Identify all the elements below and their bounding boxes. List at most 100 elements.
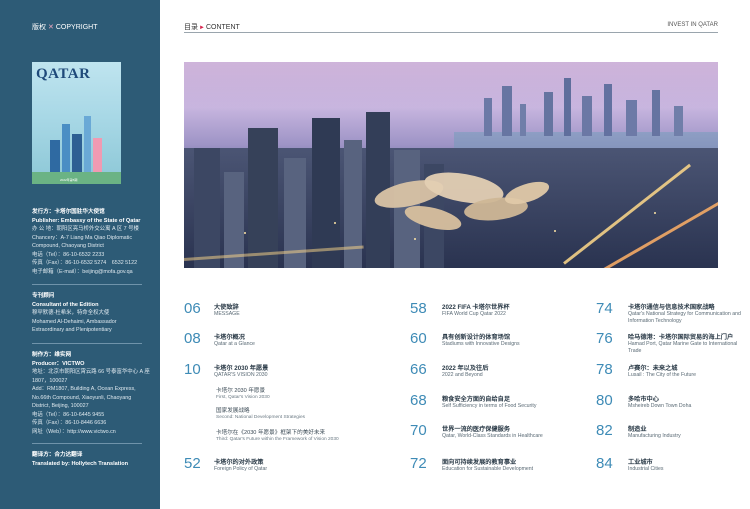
toc-subitem-zh: 卡塔尔在《2030 年愿景》框架下的美好未来 [216, 430, 326, 436]
header-rule [184, 32, 718, 33]
toc-page-number: 08 [184, 330, 201, 347]
consultant-line: Extraordinary and Plenipotentiary [32, 327, 112, 333]
far-tower [564, 78, 571, 136]
toc-title-zh: 卢赛尔：未来之城 [628, 365, 678, 372]
toc-page-number: 66 [410, 361, 427, 378]
toc-title-zh: 卡塔尔 2030 年愿景 [214, 365, 269, 372]
producer-label-zh: 制作方：维实网 [32, 352, 72, 358]
city-light [654, 212, 656, 214]
city-light [334, 222, 336, 224]
toc-page-number: 78 [596, 361, 613, 378]
producer-line: 1807，100027 [32, 377, 68, 384]
magazine-cover: QATAR 2022年第5期 [32, 62, 121, 184]
producer-line: No.66th Compound, Xiaoyunli, Chaoyang [32, 394, 132, 401]
city-light [244, 232, 246, 234]
toc-page-number: 58 [410, 300, 427, 317]
producer-block: 制作方：维实网 Producer：VICTWO 地址：北京市朝阳区霄云路 66 … [32, 351, 150, 436]
divider [32, 443, 142, 444]
toc-title-zh: 粮食安全方面的自给自足 [442, 396, 511, 403]
toc-page-number: 76 [596, 330, 613, 347]
toc-page-number: 10 [184, 361, 201, 378]
copyright-header-zh: 版权 [32, 24, 46, 31]
toc-subitem[interactable]: 国家发展战略 Second: National Development Stra… [216, 406, 305, 420]
publisher-block: 发行方：卡塔尔国驻华大使馆 Publisher: Embassy of the … [32, 208, 140, 276]
separator-icon: ✕ [48, 24, 54, 31]
tower [312, 118, 340, 268]
toc-title-zh: 多哈市中心 [628, 396, 659, 403]
cover-building [50, 140, 60, 174]
toc-title-zh: 面向可持续发展的教育事业 [442, 459, 517, 466]
far-tower [604, 84, 612, 136]
toc-title-zh: 2022 FIFA 卡塔尔世界杯 [442, 304, 510, 311]
publisher-line: 电话（Tel）：86-10-6532 2233 [32, 251, 105, 258]
toc-page-number: 74 [596, 300, 613, 317]
toc-subitem[interactable]: 卡塔尔 2030 年愿景 First, Qatar's Vision 2030 [216, 386, 270, 400]
toc-title-en: Manufacturing Industry [628, 433, 681, 439]
publisher-line: 电子邮箱（E-mail）：beijing@mofa.gov.qa [32, 268, 133, 275]
toc-title-zh: 哈马德港：卡塔尔国际贸易的海上门户 [628, 334, 734, 341]
consultant-block: 专刊顾问 Consultant of the Edition 穆罕默德·杜希米，… [32, 292, 117, 335]
cover-building [72, 134, 82, 174]
toc-page-number: 80 [596, 392, 613, 409]
cover-building [84, 116, 91, 174]
tower [194, 148, 220, 268]
toc-title-zh: 工业城市 [628, 459, 653, 466]
toc-title-en: Foreign Policy of Qatar [214, 466, 268, 472]
publisher-line: 传真（Fax）：86-10-6532 5274 6532 5122 [32, 260, 138, 266]
toc-title-en: Self Sufficiency in terms of Food Securi… [442, 403, 537, 409]
toc-page-number: 60 [410, 330, 427, 347]
city-light [554, 230, 556, 232]
consultant-line: Mohamed Al-Dehaimi, Ambassador [32, 318, 117, 325]
producer-line: Add：RM1807, Building A, Ocean Express, [32, 386, 136, 392]
toc-subitem-zh: 国家发展战略 [216, 408, 250, 414]
consultant-line: 穆罕默德·杜希米，特命全权大使 [32, 310, 110, 316]
toc-page-number: 84 [596, 455, 613, 472]
toc-page-number: 06 [184, 300, 201, 317]
publisher-label-zh: 发行方：卡塔尔国驻华大使馆 [32, 209, 105, 215]
translator-label-en: Translated by: Hollytech Translation [32, 460, 129, 467]
publisher-line: Compound, Chaoyang District [32, 243, 104, 249]
toc-title-en: Industrial Cities [628, 466, 664, 472]
toc-title-en: Msheireb Down Town Doha [628, 403, 692, 409]
far-tower [626, 100, 637, 136]
sidebar: 版权 ✕ COPYRIGHT QATAR 2022年第5期 发行方：卡塔尔国驻华大使… [0, 0, 160, 509]
arrow-right-icon: ► [199, 25, 205, 31]
toc-subitem[interactable]: 卡塔尔在《2030 年愿景》框架下的美好未来 Third: Qatar's Fu… [216, 428, 339, 442]
toc-title-zh: 卡塔尔概况 [214, 334, 245, 341]
toc-title-zh: 具有创新设计的体育场馆 [442, 334, 511, 341]
toc-subitem-en: First, Qatar's Vision 2030 [216, 395, 270, 400]
toc-page-number: 82 [596, 422, 613, 439]
publisher-line: 办 公 地：朝阳区亮马桥外交公寓 A 区 7 号楼 [32, 226, 139, 232]
consultant-label-zh: 专刊顾问 [32, 293, 55, 299]
far-tower [652, 90, 660, 136]
toc-title-en: 2022 and Beyond [442, 372, 483, 378]
translator-label-zh: 翻译方：合力达翻译 [32, 452, 83, 458]
toc-title-zh: 大使致辞 [214, 304, 239, 311]
toc-subitem-zh: 卡塔尔 2030 年愿景 [216, 388, 266, 394]
toc-title-en: MESSAGE [214, 311, 240, 317]
toc-title-zh: 制造业 [628, 426, 647, 433]
toc-subitem-en: Second: National Development Strategies [216, 415, 306, 420]
toc-title-en: Lusail : The City of the Future [628, 372, 696, 378]
toc-title-en: Qatar's National Strategy for Communicat… [628, 311, 741, 324]
publisher-line: Chancery：A-7 Liang Ma Qiao Diplomatic [32, 234, 133, 241]
toc-title-zh: 卡塔尔的对外政策 [214, 459, 264, 466]
producer-line: 电话（Tel）：86-10-6445 9455 [32, 411, 105, 418]
toc-title-en: QATAR'S VISION 2030 [214, 372, 268, 378]
city-light [414, 238, 416, 240]
toc-title-en: Hamad Port, Qatar Marine Gate to Interna… [628, 341, 738, 354]
far-tower [502, 86, 512, 136]
translator-block: 翻译方：合力达翻译 Translated by: Hollytech Trans… [32, 451, 128, 468]
doha-skyline-photo [184, 62, 718, 268]
copyright-header: 版权 ✕ COPYRIGHT [32, 22, 98, 32]
toc-page-number: 70 [410, 422, 427, 439]
divider [32, 284, 142, 285]
cover-building [62, 124, 70, 174]
tower [248, 128, 278, 268]
toc-title-en: FIFA World Cup Qatar 2022 [442, 311, 506, 317]
toc-title-zh: 2022 年以及往后 [442, 365, 489, 372]
content-header: 目录►CONTENT [184, 22, 240, 32]
producer-label-en: Producer：VICTWO [32, 360, 85, 367]
producer-line: 网址（Web）：http://www.victwo.cn [32, 428, 116, 435]
producer-line: 传真（Fax）：86-10-8446 6636 [32, 420, 107, 426]
